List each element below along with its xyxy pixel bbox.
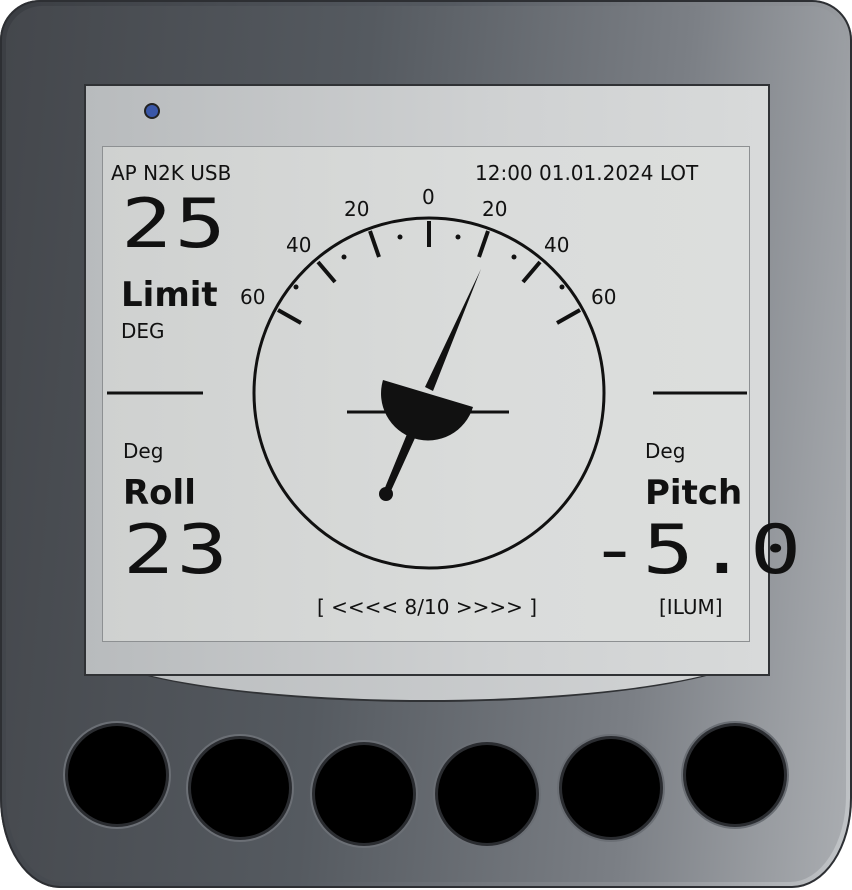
ilum-label: [ILUM] (659, 595, 723, 619)
scale-label-l40: 40 (286, 233, 312, 257)
gauge-ticks (277, 221, 581, 325)
tick-l40 (316, 260, 337, 284)
roll-value: 23 (123, 511, 231, 590)
roll-label: Roll (123, 473, 196, 513)
scale-label-r20: 20 (482, 197, 508, 221)
scale-label-l60: 60 (240, 285, 266, 309)
tick-l60 (277, 308, 302, 325)
tick-r60 (556, 308, 581, 325)
attitude-indicator (381, 380, 473, 441)
hardware-button-3[interactable] (315, 745, 413, 843)
scale-label-l20: 20 (344, 197, 370, 221)
tick-r40 (521, 260, 542, 284)
lcd-display: AP N2K USB 12:00 01.01.2024 LOT 60 40 20… (102, 146, 801, 642)
pitch-label: Pitch (645, 473, 743, 513)
tick-l20 (368, 230, 381, 258)
limit-unit: DEG (121, 319, 165, 343)
limit-label: Limit (121, 275, 218, 315)
scale-label-r60: 60 (591, 285, 617, 309)
hardware-button-5[interactable] (562, 739, 660, 837)
hardware-button-6[interactable] (686, 726, 784, 824)
status-led-icon (146, 105, 158, 117)
gauge-dial (252, 216, 606, 570)
hardware-button-2[interactable] (191, 739, 289, 837)
pitch-unit: Deg (645, 439, 686, 463)
pitch-value: -5.0 (589, 511, 804, 590)
needle-lower (384, 434, 415, 493)
hardware-button-1[interactable] (68, 726, 166, 824)
tick-r20 (477, 230, 490, 258)
page-indicator: [ <<<< 8/10 >>>> ] (317, 595, 538, 619)
needle-pivot (379, 487, 393, 501)
scale-label-r40: 40 (544, 233, 570, 257)
header-left: AP N2K USB (111, 161, 232, 185)
limit-value: 25 (121, 185, 229, 264)
scale-label-0: 0 (422, 185, 435, 209)
roll-unit: Deg (123, 439, 164, 463)
hardware-button-4[interactable] (438, 745, 536, 843)
needle-upper (425, 269, 481, 391)
header-right: 12:00 01.01.2024 LOT (475, 161, 699, 185)
